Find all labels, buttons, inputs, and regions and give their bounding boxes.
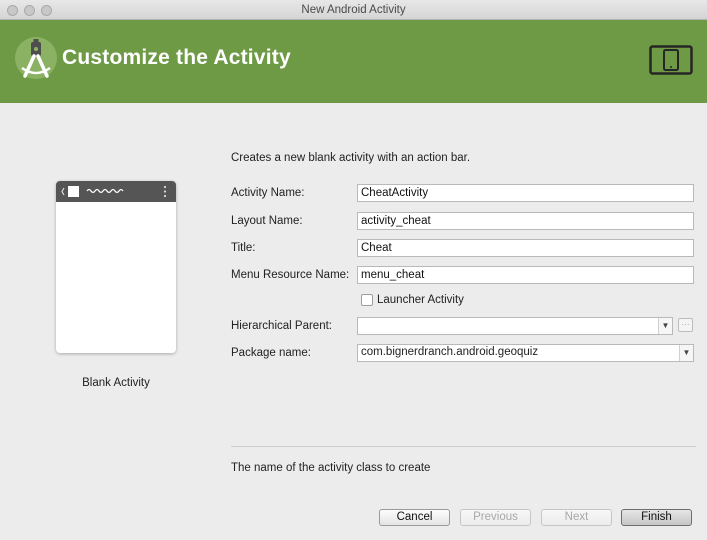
template-caption: Blank Activity — [82, 377, 150, 389]
layout-name-label: Layout Name: — [231, 215, 303, 227]
phone-tablet-icon — [649, 45, 693, 75]
hierarchical-parent-field[interactable]: ▼ — [357, 317, 673, 335]
chevron-down-icon[interactable]: ▼ — [658, 318, 672, 334]
title-label: Title: — [231, 242, 256, 254]
window-titlebar: New Android Activity — [0, 0, 707, 20]
android-studio-icon — [15, 37, 57, 79]
browse-parent-button[interactable]: ··· — [678, 318, 693, 332]
template-description: Creates a new blank activity with an act… — [231, 152, 471, 164]
activity-template-preview — [56, 181, 176, 353]
next-button[interactable]: Next — [541, 509, 612, 526]
menu-resource-label: Menu Resource Name: — [231, 269, 350, 281]
layout-name-field[interactable] — [357, 212, 694, 230]
activity-name-field[interactable] — [357, 184, 694, 202]
package-name-field[interactable]: com.bignerdranch.android.geoquiz ▼ — [357, 344, 694, 362]
divider — [231, 446, 696, 447]
field-help-text: The name of the activity class to create — [231, 462, 431, 474]
action-bar-graphics — [61, 185, 167, 198]
wizard-header: Customize the Activity — [0, 20, 707, 103]
cancel-button[interactable]: Cancel — [379, 509, 450, 526]
hierarchical-parent-label: Hierarchical Parent: — [231, 320, 332, 332]
page-title: Customize the Activity — [62, 46, 291, 69]
chevron-down-icon[interactable]: ▼ — [679, 345, 693, 361]
package-name-label: Package name: — [231, 347, 311, 359]
window-title: New Android Activity — [301, 4, 406, 16]
launcher-activity-label[interactable]: Launcher Activity — [377, 294, 464, 306]
package-name-value: com.bignerdranch.android.geoquiz — [361, 346, 539, 358]
launcher-activity-checkbox[interactable] — [361, 294, 373, 306]
preview-action-bar — [56, 181, 176, 202]
menu-resource-field[interactable] — [357, 266, 694, 284]
finish-button[interactable]: Finish — [621, 509, 692, 526]
activity-name-label: Activity Name: — [231, 187, 305, 199]
title-field[interactable] — [357, 239, 694, 257]
previous-button[interactable]: Previous — [460, 509, 531, 526]
